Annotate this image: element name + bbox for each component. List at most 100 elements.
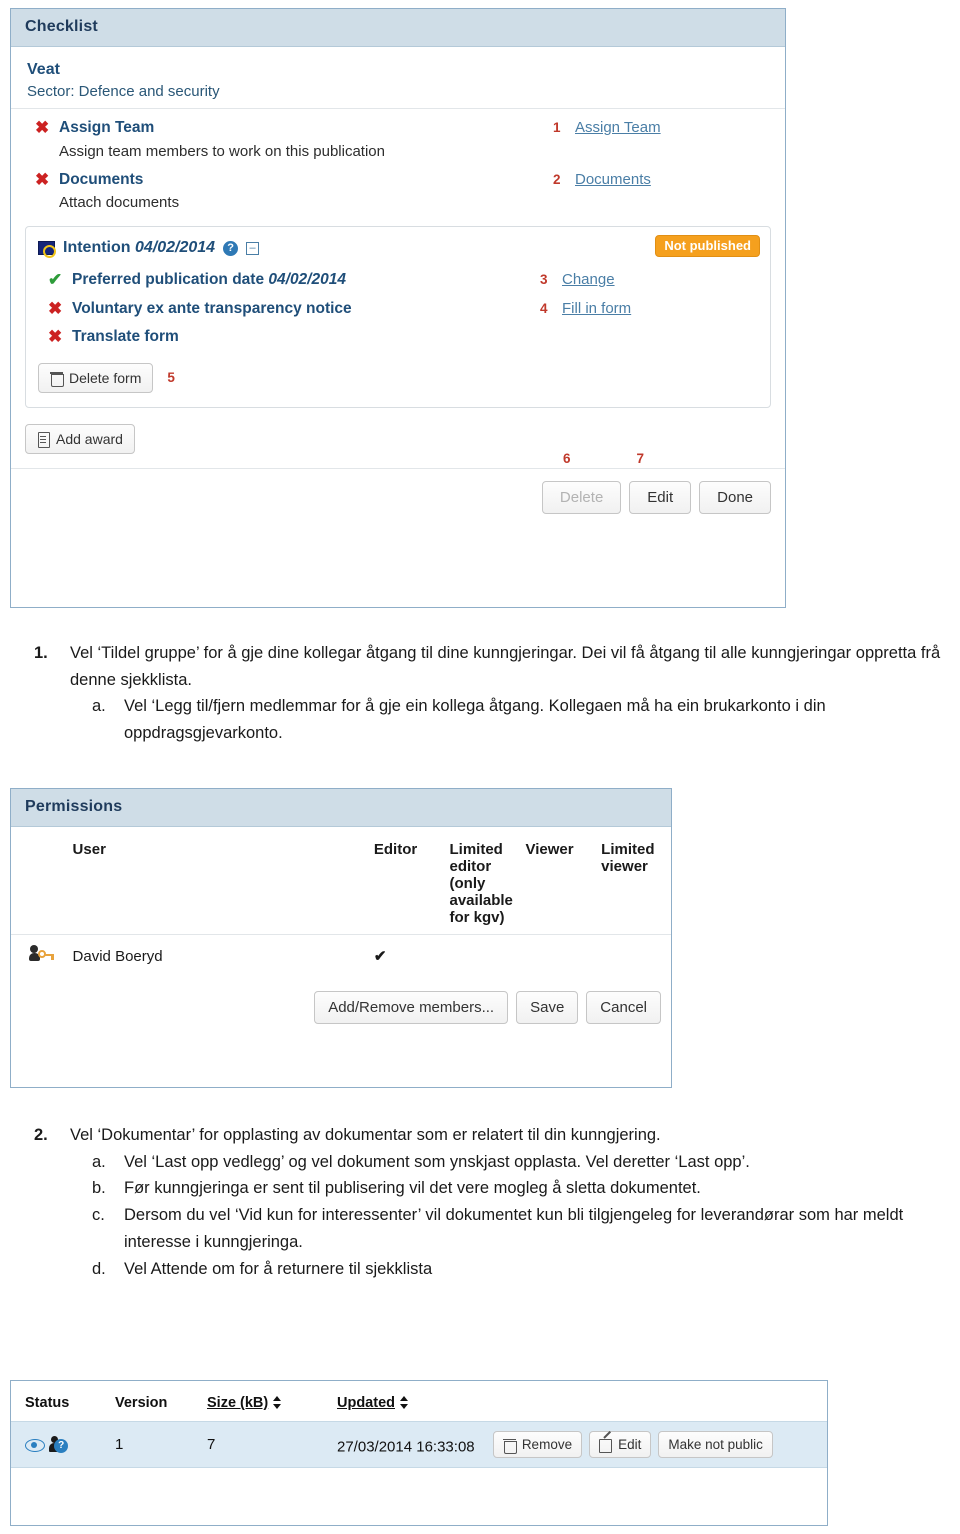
cancel-button[interactable]: Cancel [586,991,661,1024]
permissions-table: User Editor Limited editor (only availab… [11,827,671,977]
column-editor: Editor [373,841,418,858]
limited-viewer-checkbox[interactable] [595,934,671,977]
list-text: Vel ‘Last opp vedlegg’ og vel dokument s… [124,1152,750,1171]
permissions-header: Permissions [11,789,671,827]
checklist-row-documents: ✖ Documents Attach documents 2 Documents [25,161,771,213]
add-award-label: Add award [56,430,123,447]
editor-checkbox[interactable]: ✔ [367,934,444,977]
checklist-item-description: Assign team members to work on this publ… [59,142,385,160]
limited-editor-checkbox[interactable] [443,934,520,977]
column-viewer: Viewer [525,841,574,858]
viewer-checkbox[interactable] [519,934,596,977]
documents-link[interactable]: Documents [575,171,651,188]
edit-button[interactable]: Edit [589,1431,652,1458]
intention-header: Intention 04/02/2014 ? – [38,233,758,261]
collapse-minus-icon[interactable]: – [246,241,260,255]
list-marker: a. [92,697,106,716]
edit-button[interactable]: Edit [629,480,692,514]
add-remove-members-button[interactable]: Add/Remove members... [314,991,509,1024]
checklist-item-label: Documents [59,170,144,188]
notice-sector: Sector: Defence and security [27,83,220,100]
person-question-icon[interactable]: ? [49,1435,69,1454]
cross-icon: ✖ [48,298,63,318]
remove-button[interactable]: Remove [492,1431,583,1458]
list-item: 2. Vel ‘Dokumentar’ for opplasting av do… [34,1122,946,1149]
user-icon-cell [11,934,73,977]
table-header-row: User Editor Limited editor (only availab… [11,827,671,935]
done-button[interactable]: Done [699,480,771,514]
trash-icon [50,371,64,387]
cross-icon: ✖ [35,118,50,137]
list-item: b. Før kunngjeringa er sent til publiser… [34,1175,946,1202]
trash-icon [502,1438,517,1454]
column-size-label: Size (kB) [207,1395,269,1411]
sort-arrows-icon[interactable] [400,1396,409,1409]
instructions-step-1: 1. Vel ‘Tildel gruppe’ for å gje dine ko… [34,640,946,747]
change-link[interactable]: Change [562,271,615,288]
step-number: 2 [553,171,561,187]
checklist-item-label: Assign Team [59,119,155,136]
question-icon[interactable]: ? [223,240,239,256]
intention-row-translate-form: ✖ Translate form [38,318,758,347]
notice-title: Veat [27,61,60,78]
checklist-item-description: Attach documents [59,194,180,212]
step-number: 5 [167,370,175,386]
delete-form-label: Delete form [69,369,142,386]
list-item: c. Dersom du vel ‘Vid kun for interessen… [34,1202,946,1255]
edit-label: Edit [618,1437,642,1452]
add-award-button[interactable]: Add award [25,423,135,454]
column-user: User [72,841,106,858]
column-version: Version [115,1395,168,1411]
size-cell: 7 [199,1421,329,1468]
step-number: 7 [636,450,645,466]
step-number: 3 [540,272,548,288]
documents-table-panel: Status Version Size (kB) Updated ? 1 7 2… [10,1380,828,1526]
fill-in-form-link[interactable]: Fill in form [562,300,631,317]
step-number: 4 [540,300,548,316]
permissions-panel: Permissions User Editor Limited editor (… [10,788,672,1088]
list-marker: 2. [34,1126,48,1144]
checklist-footer-buttons: Delete Edit Done [25,469,771,528]
list-text: Vel ‘Legg til/fjern medlemmar for å gje … [124,697,826,743]
column-limited-editor: Limited editor (only available for kgv) [449,841,513,926]
documents-table: Status Version Size (kB) Updated ? 1 7 2… [11,1381,827,1494]
assign-team-link[interactable]: Assign Team [575,119,661,136]
intention-item-label: Translate form [72,328,179,346]
document-icon [37,431,50,448]
step-numbers-tail: 6 7 [511,451,771,466]
column-updated[interactable]: Updated [329,1381,827,1422]
list-item: a. Vel ‘Last opp vedlegg’ og vel dokumen… [34,1149,946,1176]
delete-form-button[interactable]: Delete form [38,362,154,393]
pencil-icon [599,1438,613,1453]
list-marker: c. [92,1206,105,1225]
eye-icon[interactable] [25,1439,45,1453]
intention-date: 04/02/2014 [135,239,216,257]
updated-value: 27/03/2014 16:33:08 [337,1438,475,1456]
column-icon [11,827,73,935]
remove-label: Remove [521,1437,573,1452]
intention-title: Intention 04/02/2014 [63,239,215,257]
step-number: 1 [553,120,561,135]
column-size[interactable]: Size (kB) [199,1381,329,1422]
user-key-icon [28,945,55,963]
status-cell: ? [11,1421,107,1468]
save-button[interactable]: Save [516,991,579,1024]
eu-flag-icon [38,241,56,258]
column-limited-viewer: Limited viewer [601,841,655,875]
table-row: David Boeryd ✔ [11,934,671,977]
sort-arrows-icon[interactable] [273,1396,282,1409]
list-text: Før kunngjeringa er sent til publisering… [124,1179,701,1198]
table-header-row: Status Version Size (kB) Updated [11,1381,827,1422]
check-icon: ✔ [48,270,63,290]
list-text: Vel Attende om for å returnere til sjekk… [124,1259,433,1278]
make-not-public-button[interactable]: Make not public [658,1431,773,1458]
list-marker: a. [92,1152,106,1171]
permissions-buttons: Add/Remove members... Save Cancel [11,977,671,1040]
intention-item-text: Preferred publication date [72,271,265,289]
add-award-row: Add award 6 7 [25,423,771,468]
table-row: ? 1 7 27/03/2014 16:33:08 Remove Edit Ma… [11,1421,827,1468]
intention-card: Not published Intention 04/02/2014 ? – ✔… [25,226,771,408]
list-item: d. Vel Attende om for å returnere til sj… [34,1256,946,1283]
checklist-body: Veat Sector: Defence and security ✖ Assi… [11,47,785,528]
delete-button[interactable]: Delete [541,480,622,514]
